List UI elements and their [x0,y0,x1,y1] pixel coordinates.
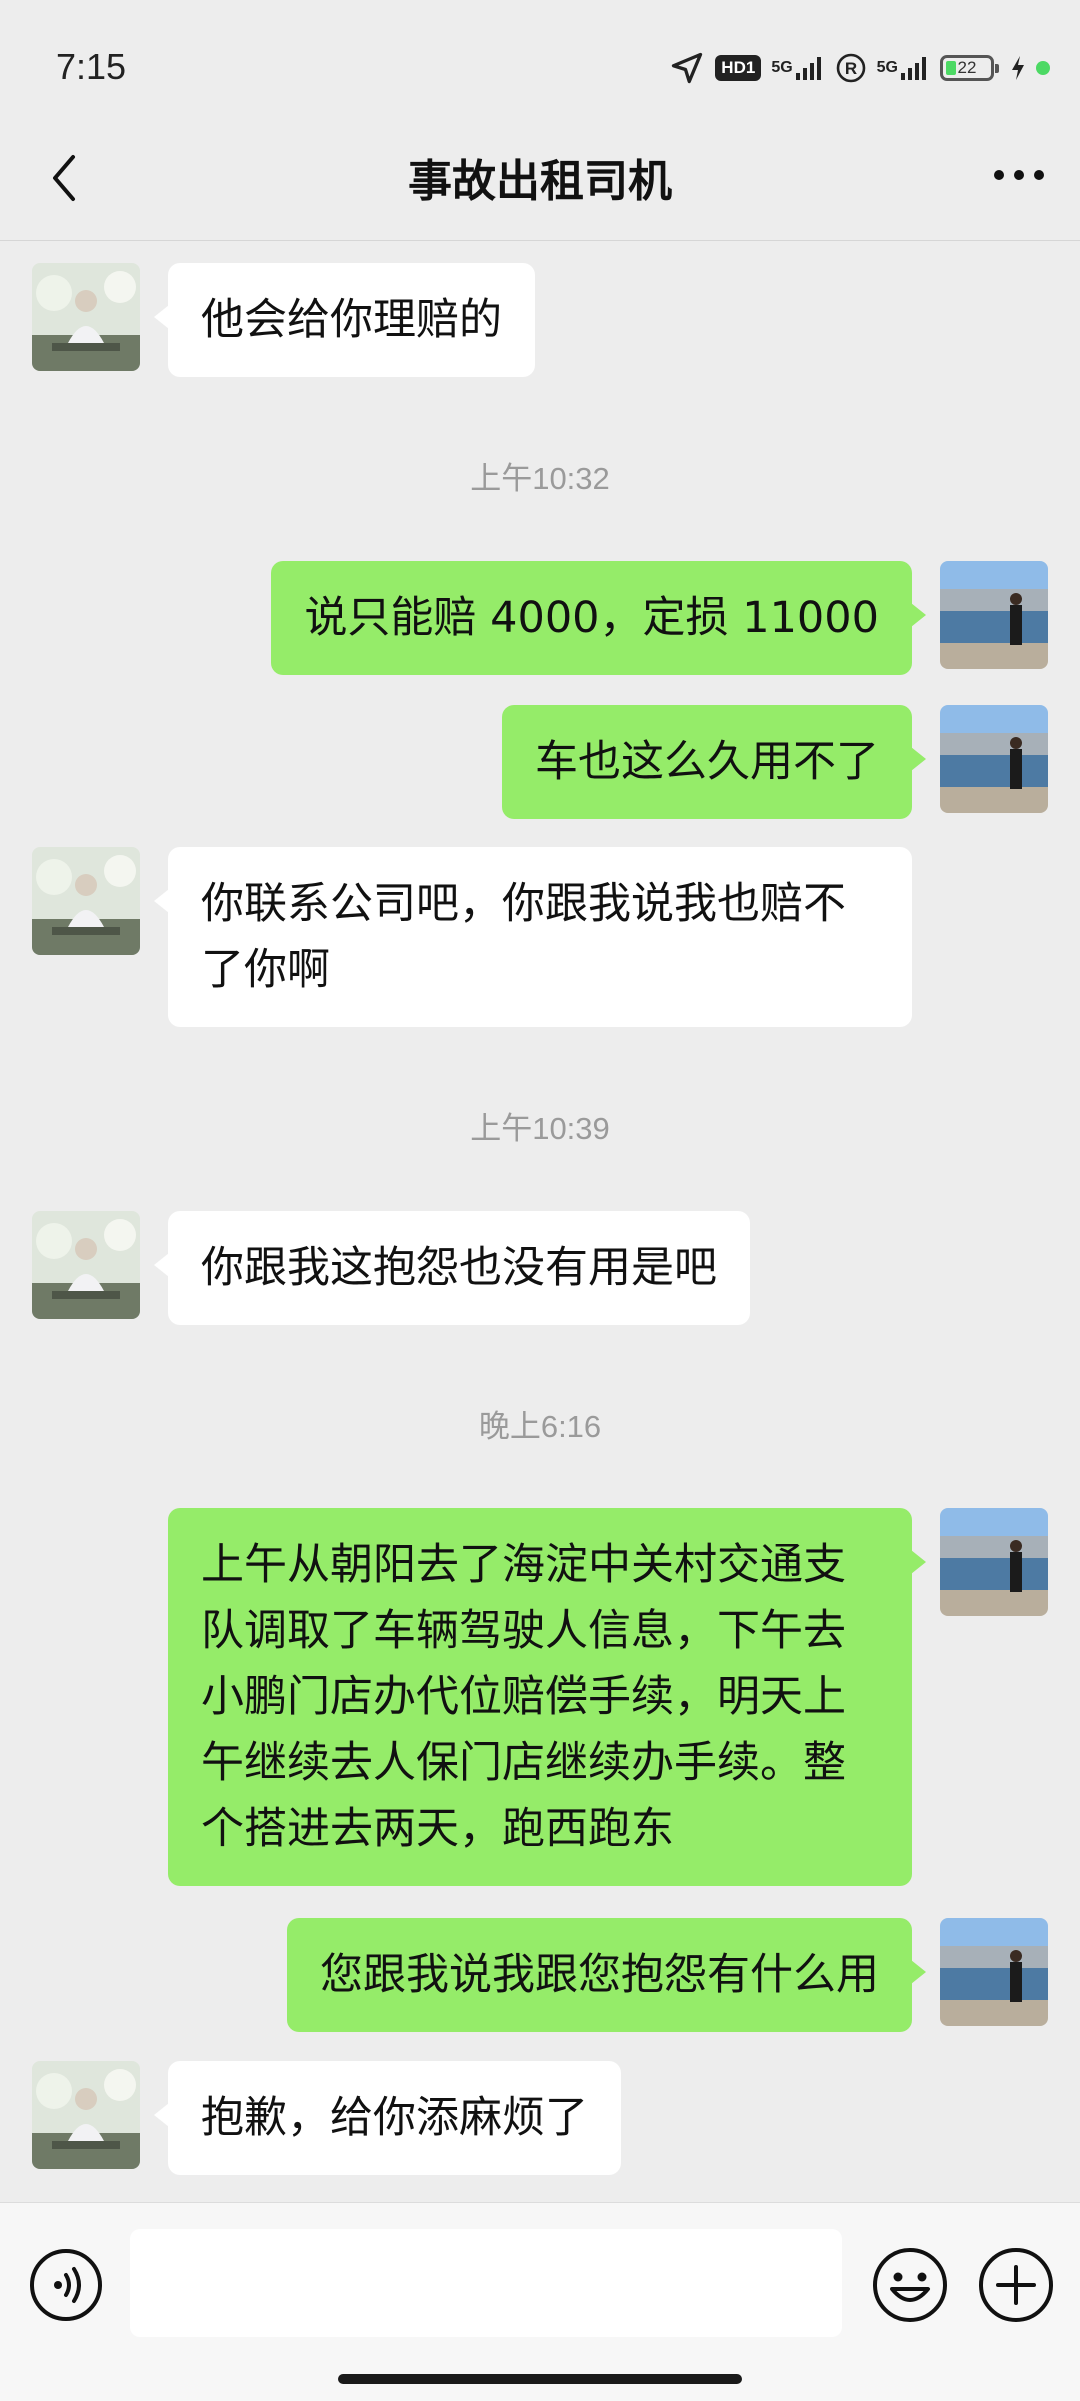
battery-icon: 22 [940,55,999,81]
status-icons: HD1 5G R 5G 22 [669,46,1050,90]
message-bubble[interactable]: 您跟我说我跟您抱怨有什么用 [287,1918,926,2032]
user-avatar[interactable] [940,705,1048,813]
message-timestamp: 晚上6:16 [478,1409,602,1444]
chat-title: 事故出租司机 [408,156,672,207]
contact-avatar[interactable] [32,847,140,955]
location-arrow-icon [669,50,705,86]
message-timestamp: 上午10:39 [470,1111,610,1146]
input-bar [0,2202,1080,2401]
emoji-button[interactable] [870,2245,950,2325]
signal-5g-icon: 5G [771,55,824,81]
message-bubble[interactable]: 你联系公司吧，你跟我说我也赔不了你啊 [154,847,912,1027]
plus-circle-icon [979,2248,1053,2322]
contact-avatar[interactable] [32,1211,140,1319]
emoji-icon [873,2248,947,2322]
user-avatar[interactable] [940,561,1048,669]
voice-input-icon [30,2249,102,2321]
message-bubble[interactable]: 车也这么久用不了 [502,705,926,819]
voice-input-button[interactable] [28,2247,104,2323]
more-dots-icon [994,170,1044,180]
charging-icon [1010,55,1026,81]
status-time: 7:15 [56,46,127,87]
message-bubble[interactable]: 说只能赔 4000，定损 11000 [271,561,926,675]
message-bubble[interactable]: 你跟我这抱怨也没有用是吧 [154,1211,750,1325]
network-type-label: 5G [771,59,793,76]
more-button[interactable] [984,145,1054,205]
registered-icon: R [835,52,867,84]
network-type-label: 5G [876,59,898,76]
battery-level: 22 [957,58,977,77]
privacy-indicator-dot [1036,61,1050,75]
home-indicator[interactable] [338,2374,742,2384]
signal-5g-icon: 5G [877,55,930,81]
svg-text:R: R [845,59,857,78]
hd-voice-icon: HD1 [715,55,762,81]
message-bubble[interactable]: 抱歉，给你添麻烦了 [154,2061,621,2175]
chat-header: 事故出租司机 [0,115,1080,241]
contact-avatar[interactable] [32,263,140,371]
chat-messages[interactable]: 他会给你理赔的 上午10:32 说只能赔 4000，定损 11000 车也这么久… [0,241,1080,2201]
message-bubble[interactable]: 上午从朝阳去了海淀中关村交通支队调取了车辆驾驶人信息，下午去小鹏门店办代位赔偿手… [168,1508,926,1886]
more-functions-button[interactable] [976,2245,1056,2325]
message-input[interactable] [130,2229,842,2337]
message-timestamp: 上午10:32 [470,461,610,496]
message-bubble[interactable]: 他会给你理赔的 [154,263,535,377]
contact-avatar[interactable] [32,2061,140,2169]
user-avatar[interactable] [940,1918,1048,2026]
user-avatar[interactable] [940,1508,1048,1616]
